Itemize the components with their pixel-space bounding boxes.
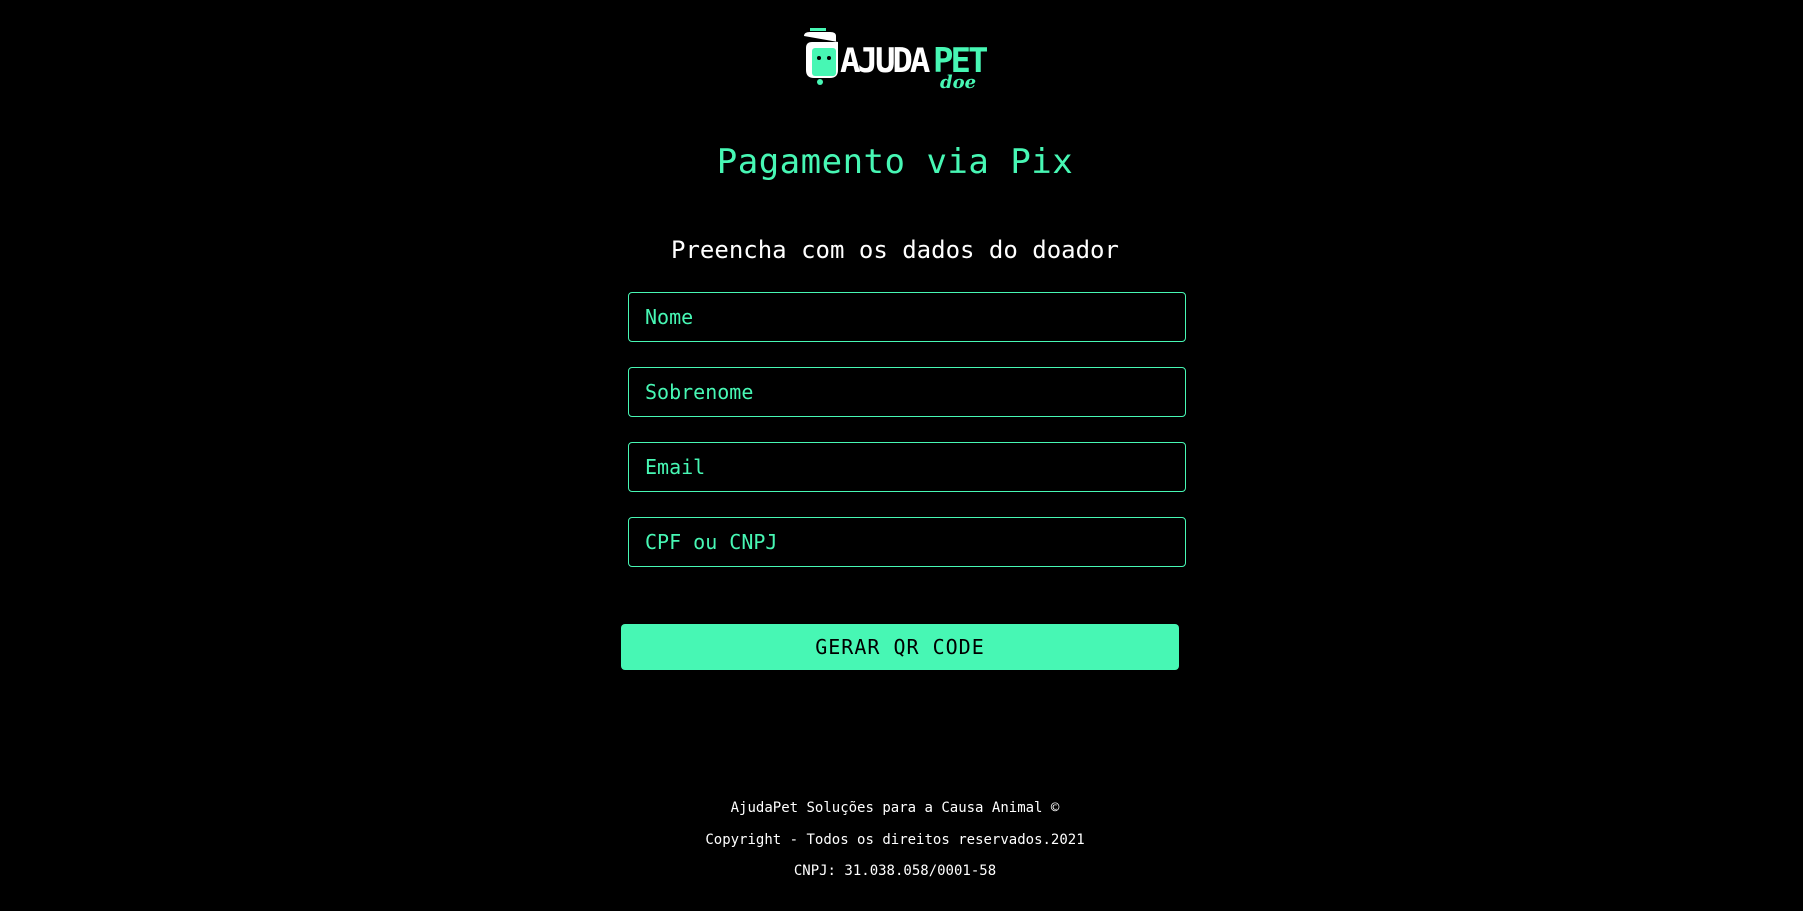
generate-qr-code-button[interactable]: GERAR QR CODE: [621, 624, 1179, 670]
ajudapet-logo-icon: AJUDA PET doe: [804, 28, 990, 90]
cpf-cnpj-field[interactable]: [628, 517, 1186, 567]
form-subtitle: Preencha com os dados do doador: [671, 236, 1119, 264]
first-name-field[interactable]: [628, 292, 1186, 342]
footer-copyright-line: Copyright - Todos os direitos reservados…: [705, 832, 1085, 848]
email-field[interactable]: [628, 442, 1186, 492]
ajudapet-logo[interactable]: AJUDA PET doe: [800, 26, 990, 90]
page-title: Pagamento via Pix: [716, 142, 1074, 182]
footer-company-line: AjudaPet Soluções para a Causa Animal ©: [730, 800, 1060, 816]
last-name-field[interactable]: [628, 367, 1186, 417]
footer-cnpj-line: CNPJ: 31.038.058/0001-58: [793, 863, 997, 879]
svg-text:AJUDA: AJUDA: [840, 41, 930, 81]
svg-text:doe: doe: [940, 72, 976, 90]
